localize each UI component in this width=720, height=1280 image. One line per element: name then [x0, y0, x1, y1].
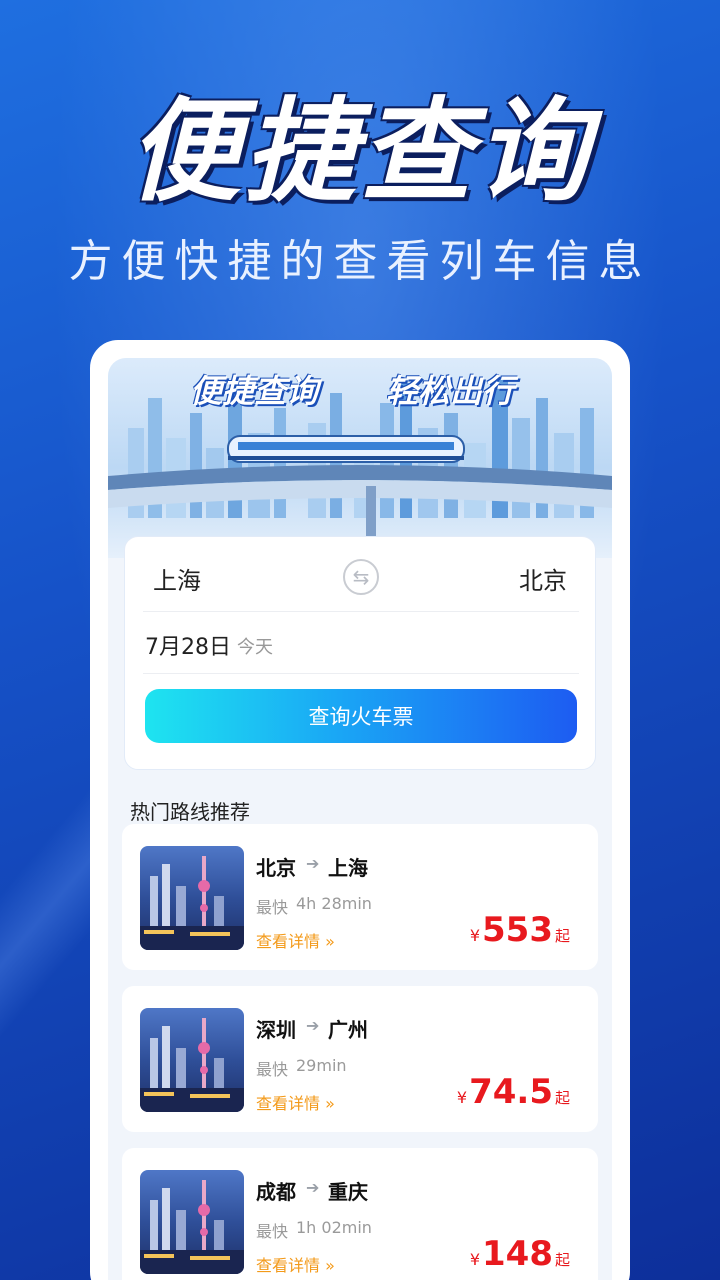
city-skyline-image-graphic: [140, 1180, 244, 1274]
route-destination: 重庆: [328, 1180, 368, 1204]
fastest-label: 最快: [256, 1060, 289, 1079]
fastest-label: 最快: [256, 1222, 289, 1241]
view-details-link[interactable]: 查看详情 »: [256, 928, 335, 952]
currency-symbol: ¥: [469, 1250, 480, 1269]
fastest-label: 最快: [256, 898, 289, 917]
city-skyline-image: [140, 1008, 244, 1112]
price-value: 553: [482, 910, 553, 950]
price-value: 74.5: [469, 1072, 553, 1112]
route-destination: 广州: [328, 1018, 368, 1042]
route-origin: 北京: [256, 856, 296, 880]
city-skyline-image-graphic: [140, 1018, 244, 1112]
hero-subtitle: 方便快捷的查看列车信息: [68, 236, 652, 287]
arrow-right-icon: ➔: [306, 854, 320, 873]
route-card[interactable]: 北京 ➔ 上海 最快 4h 28min 查看详情 » ¥ 553 起: [122, 824, 598, 970]
divider: [143, 611, 579, 612]
banner-slogan-right: 轻松出行: [386, 372, 515, 410]
route-card[interactable]: 深圳 ➔ 广州 最快 29min 查看详情 » ¥ 74.5 起: [122, 986, 598, 1132]
view-details-link[interactable]: 查看详情 »: [256, 1252, 335, 1276]
city-skyline-image: [140, 1170, 244, 1274]
route-destination: 上海: [328, 856, 368, 880]
route-origin: 深圳: [256, 1018, 296, 1042]
ticket-search-card: 上海 ⇆ 北京 7月28日 今天 查询火车票: [124, 536, 596, 770]
arrival-city[interactable]: 北京: [519, 561, 567, 596]
arrow-right-icon: ➔: [306, 1178, 320, 1197]
price-value: 148: [482, 1234, 553, 1274]
hero-title: 便捷查询: [128, 87, 592, 217]
currency-symbol: ¥: [469, 926, 480, 945]
price-from-suffix: 起: [554, 1251, 570, 1269]
city-skyline-image-graphic: [140, 856, 244, 950]
popular-routes-title: 热门路线推荐: [130, 800, 250, 824]
fastest-duration: 4h 28min: [296, 894, 372, 913]
currency-symbol: ¥: [456, 1088, 468, 1107]
fastest-duration: 29min: [296, 1056, 347, 1075]
city-train-banner: 便捷查询 轻松出行: [108, 358, 612, 558]
route-price: ¥ 148 起: [470, 1234, 570, 1274]
date-today-label: 今天: [237, 637, 273, 658]
travel-date[interactable]: 7月28日: [145, 629, 231, 661]
fastest-duration: 1h 02min: [296, 1218, 372, 1237]
route-origin: 成都: [256, 1180, 296, 1204]
arrow-right-icon: ➔: [306, 1016, 320, 1035]
departure-city[interactable]: 上海: [153, 561, 201, 596]
app-screen: 便捷查询 轻松出行 上海 ⇆ 北京 7月28日 今天 查询火车票 热门路线推荐: [108, 358, 612, 1280]
view-details-link[interactable]: 查看详情 »: [256, 1090, 335, 1114]
skyline-illustration: [108, 378, 612, 558]
route-card[interactable]: 成都 ➔ 重庆 最快 1h 02min 查看详情 » ¥ 148 起: [122, 1148, 598, 1280]
price-from-suffix: 起: [554, 1089, 570, 1107]
search-train-tickets-button[interactable]: 查询火车票: [145, 689, 577, 743]
route-price: ¥ 553 起: [470, 910, 570, 950]
city-skyline-image: [140, 846, 244, 950]
phone-mockup: 便捷查询 轻松出行 上海 ⇆ 北京 7月28日 今天 查询火车票 热门路线推荐: [90, 340, 630, 1280]
swap-cities-icon[interactable]: ⇆: [343, 559, 379, 595]
swap-arrows-icon: ⇆: [352, 565, 370, 589]
route-price: ¥ 74.5 起: [457, 1072, 570, 1112]
divider: [143, 673, 579, 674]
banner-slogan-left: 便捷查询: [190, 372, 319, 410]
price-from-suffix: 起: [554, 927, 570, 945]
